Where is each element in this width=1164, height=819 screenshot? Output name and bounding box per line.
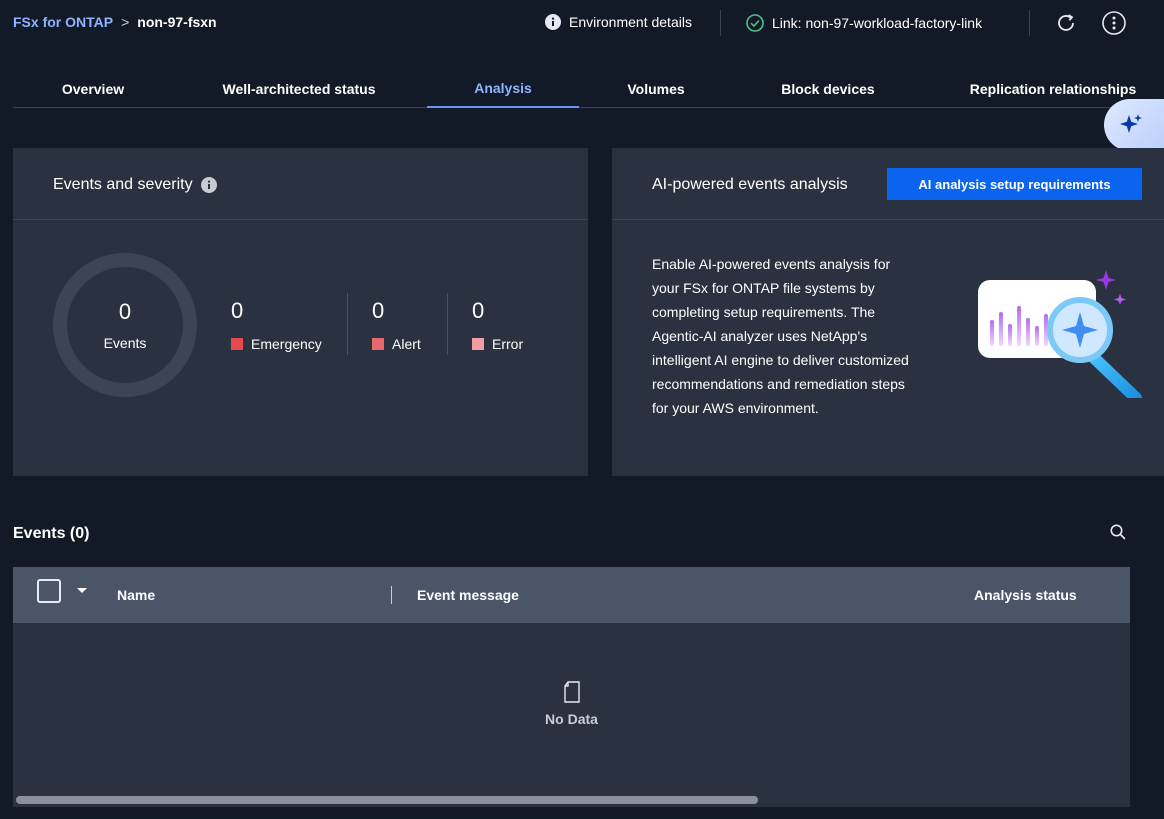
tab-well-architected-status[interactable]: Well-architected status	[198, 70, 400, 107]
events-table-header: Name Event message Analysis status	[13, 567, 1130, 623]
document-icon	[563, 681, 580, 703]
ai-analysis-card: AI-powered events analysis AI analysis s…	[612, 148, 1164, 476]
ai-analysis-description: Enable AI-powered events analysis for yo…	[652, 256, 909, 416]
link-label: Link: non-97-workload-factory-link	[772, 15, 983, 31]
column-header-name[interactable]: Name	[117, 587, 155, 603]
link-status-button[interactable]: Link: non-97-workload-factory-link	[746, 14, 982, 32]
error-swatch	[472, 338, 484, 350]
sparkle-icon	[1120, 114, 1142, 133]
refresh-icon	[1058, 14, 1074, 31]
events-donut-chart: 0 Events	[53, 253, 197, 397]
stat-alert: 0 Alert	[372, 298, 421, 352]
events-severity-card: Events and severity 0 Events 0 Emergency…	[13, 148, 588, 476]
header-divider	[720, 10, 721, 36]
column-divider[interactable]	[391, 586, 392, 604]
info-icon[interactable]	[200, 177, 217, 193]
stat-value: 0	[231, 298, 244, 323]
scrollbar-thumb[interactable]	[16, 796, 758, 804]
select-all-checkbox[interactable]	[37, 579, 61, 603]
search-icon[interactable]	[1109, 523, 1127, 541]
more-vertical-icon	[1102, 11, 1126, 35]
refresh-button[interactable]	[1054, 11, 1078, 35]
breadcrumb-current: non-97-fsxn	[137, 14, 217, 30]
stat-value: 0	[472, 298, 485, 323]
ai-assistant-button[interactable]	[1104, 99, 1164, 151]
empty-state: No Data	[13, 681, 1130, 727]
ai-setup-requirements-button[interactable]: AI analysis setup requirements	[887, 168, 1142, 200]
environment-details-button[interactable]: Environment details	[545, 14, 692, 30]
stat-error: 0 Error	[472, 298, 523, 352]
empty-state-text: No Data	[545, 711, 598, 727]
card-header: AI-powered events analysis AI analysis s…	[612, 148, 1164, 220]
stat-emergency: 0 Emergency	[231, 298, 322, 352]
stat-value: 0	[372, 298, 385, 323]
ai-analysis-title: AI-powered events analysis	[652, 176, 848, 193]
info-icon	[545, 14, 561, 30]
more-options-button[interactable]	[1102, 11, 1126, 35]
environment-details-label: Environment details	[569, 14, 692, 30]
stat-label: Alert	[392, 336, 421, 352]
caret-down-icon[interactable]	[75, 586, 89, 596]
horizontal-scrollbar[interactable]	[13, 795, 1130, 807]
tab-volumes[interactable]: Volumes	[603, 70, 709, 107]
tab-overview[interactable]: Overview	[13, 70, 173, 107]
column-header-analysis-status[interactable]: Analysis status	[974, 587, 1077, 603]
stat-divider	[447, 293, 448, 355]
tab-analysis[interactable]: Analysis	[427, 70, 579, 108]
alert-swatch	[372, 338, 384, 350]
stat-divider	[347, 293, 348, 355]
top-bar: FSx for ONTAP > non-97-fsxn Environment …	[0, 0, 1164, 46]
stat-label: Emergency	[251, 336, 322, 352]
header-divider	[1029, 10, 1030, 36]
ai-analysis-illustration-icon	[978, 270, 1142, 398]
events-total-label: Events	[103, 335, 147, 351]
events-severity-title-text: Events and severity	[53, 176, 193, 193]
tab-bar: Overview Well-architected status Analysi…	[13, 70, 1164, 108]
stat-label: Error	[492, 336, 524, 352]
breadcrumb-root-link[interactable]: FSx for ONTAP	[13, 14, 113, 30]
events-severity-title: Events and severity	[53, 176, 217, 194]
check-circle-icon	[746, 14, 764, 32]
events-table-body: No Data	[13, 623, 1130, 807]
breadcrumb-separator: >	[121, 14, 130, 30]
events-table-title: Events (0)	[13, 525, 90, 542]
events-total: 0	[118, 299, 132, 324]
tab-block-devices[interactable]: Block devices	[763, 70, 893, 107]
column-header-event-message[interactable]: Event message	[417, 587, 519, 603]
breadcrumb: FSx for ONTAP > non-97-fsxn	[13, 14, 217, 30]
card-header: Events and severity	[13, 148, 588, 220]
emergency-swatch	[231, 338, 243, 350]
